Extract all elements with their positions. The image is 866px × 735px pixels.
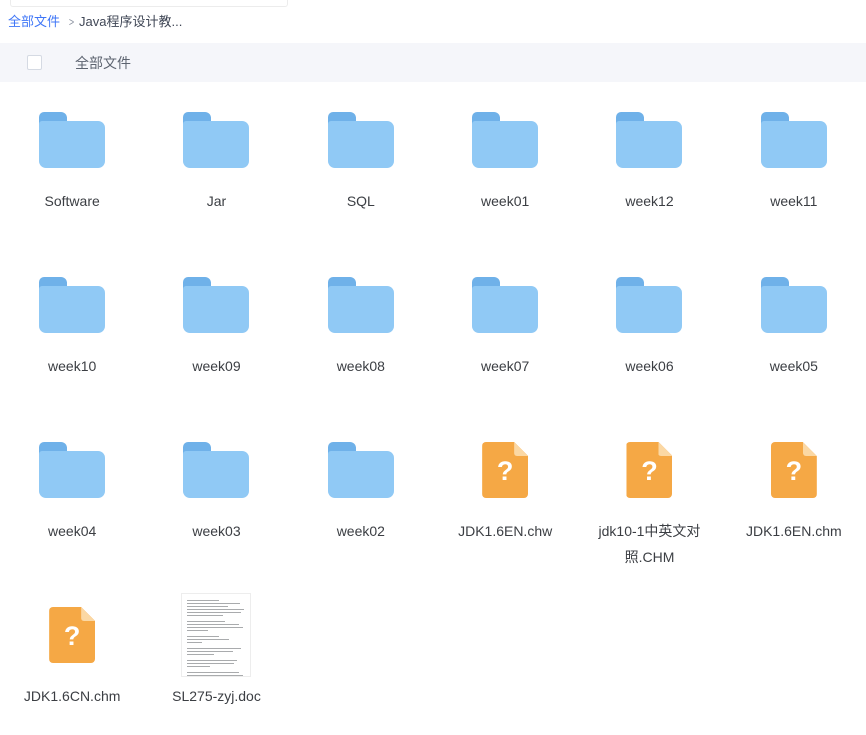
breadcrumb-separator-icon: > — [68, 15, 75, 29]
folder-icon — [616, 112, 683, 168]
folder-item[interactable]: week10 — [0, 260, 144, 425]
file-item-icon-wrap: ? — [722, 442, 866, 498]
folder-icon — [39, 112, 106, 168]
file-item[interactable]: SL275-zyj.doc — [144, 590, 288, 735]
folder-item[interactable]: week01 — [433, 95, 577, 260]
file-item[interactable]: ? jdk10-1中英文对照.CHM — [577, 425, 721, 590]
folder-item[interactable]: week11 — [722, 95, 866, 260]
folder-item[interactable]: week04 — [0, 425, 144, 590]
folder-item[interactable]: SQL — [289, 95, 433, 260]
file-item-label: week12 — [625, 193, 674, 209]
file-item-icon-wrap: ? — [577, 442, 721, 498]
folder-icon — [616, 277, 683, 333]
folder-icon — [327, 112, 394, 168]
breadcrumb: 全部文件 > Java程序设计教... — [8, 13, 182, 31]
breadcrumb-all-files-link[interactable]: 全部文件 — [8, 13, 60, 31]
file-item-label: week06 — [625, 358, 674, 374]
folder-icon — [183, 277, 250, 333]
folder-icon — [760, 277, 827, 333]
folder-item[interactable]: week05 — [722, 260, 866, 425]
folder-icon — [183, 112, 250, 168]
file-item-icon-wrap — [144, 593, 288, 677]
file-item-icon-wrap — [0, 442, 144, 498]
select-all-label: 全部文件 — [75, 54, 131, 71]
file-item-icon-wrap — [0, 277, 144, 333]
file-item-label: JDK1.6EN.chw — [458, 523, 553, 539]
file-item-icon-wrap — [0, 112, 144, 168]
folder-icon — [472, 277, 539, 333]
folder-item[interactable]: week09 — [144, 260, 288, 425]
file-item-label: week04 — [48, 523, 97, 539]
file-item-label: week02 — [336, 523, 385, 539]
file-item-icon-wrap: ? — [433, 442, 577, 498]
folder-icon — [472, 112, 539, 168]
file-item-label: week03 — [192, 523, 241, 539]
unknown-file-icon: ? — [770, 442, 817, 498]
breadcrumb-current-folder: Java程序设计教... — [79, 14, 183, 29]
select-all-checkbox[interactable] — [27, 55, 42, 70]
question-mark-glyph: ? — [496, 455, 514, 486]
file-item[interactable]: ? JDK1.6CN.chm — [0, 590, 144, 735]
folder-item[interactable]: week06 — [577, 260, 721, 425]
file-item[interactable]: ? JDK1.6EN.chm — [722, 425, 866, 590]
file-item-label: week11 — [770, 193, 818, 209]
file-item-label: week07 — [481, 358, 530, 374]
file-item-label: JDK1.6EN.chm — [745, 523, 842, 539]
folder-item[interactable]: week03 — [144, 425, 288, 590]
file-item-icon-wrap: ? — [0, 607, 144, 663]
file-item-icon-wrap — [144, 277, 288, 333]
folder-icon — [327, 277, 394, 333]
file-item-label: week01 — [481, 193, 530, 209]
doc-preview-thumbnail — [181, 593, 252, 677]
folder-icon — [760, 112, 827, 168]
folder-icon — [327, 442, 394, 498]
folder-item[interactable]: week02 — [289, 425, 433, 590]
file-item-icon-wrap — [433, 112, 577, 168]
folder-item[interactable]: week08 — [289, 260, 433, 425]
folder-item[interactable]: Jar — [144, 95, 288, 260]
file-item-label: week10 — [48, 358, 97, 374]
folder-item[interactable]: Software — [0, 95, 144, 260]
file-item-icon-wrap — [722, 277, 866, 333]
folder-item[interactable]: week07 — [433, 260, 577, 425]
unknown-file-icon: ? — [626, 442, 673, 498]
file-item-label: week08 — [336, 358, 385, 374]
folder-icon — [183, 442, 250, 498]
file-manager-page: 全部文件 > Java程序设计教... 全部文件 Software Jar SQ… — [0, 0, 866, 735]
file-item-label: Software — [44, 193, 100, 209]
file-item-label: jdk10-1中英文对照.CHM — [598, 523, 701, 565]
file-item-icon-wrap — [577, 112, 721, 168]
question-mark-glyph: ? — [785, 455, 803, 486]
file-item-icon-wrap — [289, 277, 433, 333]
partial-cutoff-element — [10, 0, 288, 7]
folder-item[interactable]: week12 — [577, 95, 721, 260]
file-item-icon-wrap — [577, 277, 721, 333]
file-item-icon-wrap — [289, 442, 433, 498]
file-item-label: JDK1.6CN.chm — [23, 688, 121, 704]
file-item-icon-wrap — [722, 112, 866, 168]
unknown-file-icon: ? — [482, 442, 529, 498]
file-item-icon-wrap — [289, 112, 433, 168]
select-all-bar: 全部文件 — [0, 43, 866, 82]
folder-icon — [39, 442, 106, 498]
unknown-file-icon: ? — [49, 607, 96, 663]
file-item-label: Jar — [206, 193, 227, 209]
file-item-label: week09 — [192, 358, 241, 374]
file-item[interactable]: ? JDK1.6EN.chw — [433, 425, 577, 590]
question-mark-glyph: ? — [63, 620, 81, 651]
folder-icon — [39, 277, 106, 333]
file-item-icon-wrap — [144, 112, 288, 168]
file-item-label: week05 — [769, 358, 818, 374]
file-item-icon-wrap — [433, 277, 577, 333]
file-item-label: SL275-zyj.doc — [172, 688, 261, 704]
file-grid: Software Jar SQL week01 week12 week11 we… — [0, 95, 866, 735]
file-item-icon-wrap — [144, 442, 288, 498]
question-mark-glyph: ? — [641, 455, 658, 486]
file-item-label: SQL — [346, 193, 375, 209]
